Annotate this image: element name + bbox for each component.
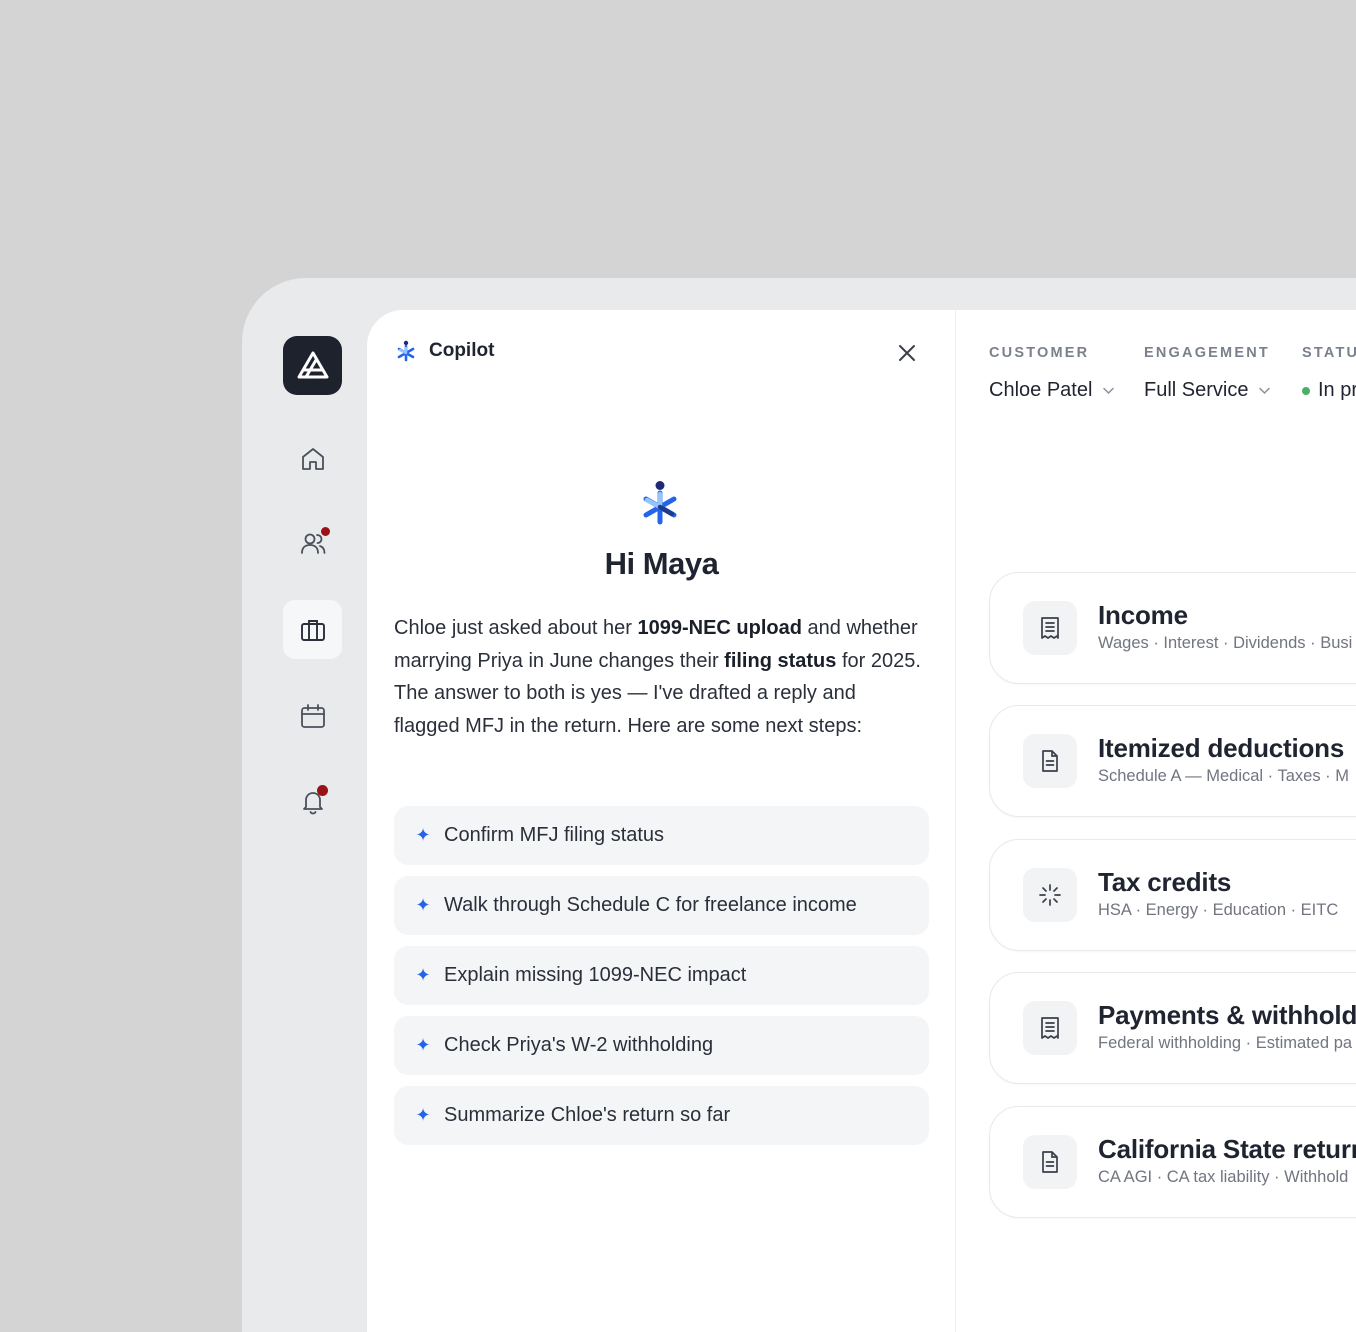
customer-select[interactable]: Chloe Patel [989,379,1115,402]
section-title: Income [1098,600,1188,630]
nav-calendar[interactable] [283,686,342,745]
suggestion-chip[interactable]: ✦ Confirm MFJ filing status [394,806,929,865]
section-title: Payments & withholdir [1098,1000,1356,1030]
status-dot-icon [1302,386,1310,395]
customer-label: CUSTOMER [989,345,1090,361]
home-icon [301,447,324,470]
section-subtitle: Schedule A — Medical · Taxes · M [1098,767,1349,785]
section-subtitle: Federal withholding · Estimated pa [1098,1034,1353,1052]
copilot-panel: Copilot Hi Maya Chloe just asked about h… [367,310,956,1332]
engagement-label: ENGAGEMENT [1144,345,1270,361]
calendar-icon [300,703,325,728]
suggestion-label: Walk through Schedule C for freelance in… [444,894,857,916]
status-label: STATU [1302,345,1356,361]
section-card-payments-withholding[interactable]: Payments & withholdir Federal withholdin… [989,972,1356,1084]
message-emphasis: filing status [724,649,837,672]
suggestion-chip[interactable]: ✦ Explain missing 1099-NEC impact [394,946,929,1005]
message-emphasis: 1099-NEC upload [637,617,802,639]
copilot-hero-icon [643,481,677,525]
sparkle-icon [1023,868,1077,922]
clients-badge [321,527,330,536]
section-card-itemized-deductions[interactable]: Itemized deductions Schedule A — Medical… [989,705,1356,817]
nav-notifications[interactable] [283,771,342,830]
section-card-california-state-return[interactable]: California State return CA AGI · CA tax … [989,1106,1356,1218]
suggestion-chip[interactable]: ✦ Summarize Chloe's return so far [394,1086,929,1145]
engagement-select[interactable]: Full Service [1144,379,1271,402]
sparkle-icon: ✦ [415,965,431,985]
document-icon [1023,1135,1077,1189]
copilot-title: Copilot [429,340,495,361]
section-card-tax-credits[interactable]: Tax credits HSA · Energy · Education · E… [989,839,1356,951]
logo-mark-icon [297,351,328,378]
suggestion-label: Confirm MFJ filing status [444,824,665,846]
section-card-income[interactable]: Income Wages · Interest · Dividends · Bu… [989,572,1356,684]
status-value: In pr [1318,379,1356,401]
briefcase-icon [300,619,325,641]
chevron-down-icon [1103,387,1115,395]
nav-returns[interactable] [283,600,342,659]
copilot-header: Copilot [395,340,494,362]
sparkle-icon: ✦ [415,895,431,915]
receipt-icon [1023,601,1077,655]
document-icon [1023,734,1077,788]
suggestion-label: Check Priya's W-2 withholding [444,1034,714,1056]
main-panel: Copilot Hi Maya Chloe just asked about h… [367,310,1356,1332]
sparkle-icon: ✦ [415,1105,431,1125]
return-overview: CUSTOMER Chloe Patel ENGAGEMENT Full Ser… [956,310,1356,1332]
section-title: California State return [1098,1134,1356,1164]
suggestion-chip[interactable]: ✦ Check Priya's W-2 withholding [394,1016,929,1075]
copilot-sparkle-icon [397,340,415,362]
customer-value: Chloe Patel [989,379,1093,401]
engagement-value: Full Service [1144,379,1249,401]
section-title: Itemized deductions [1098,733,1345,763]
sparkle-icon: ✦ [415,825,431,845]
section-subtitle: CA AGI · CA tax liability · Withhold [1098,1168,1349,1186]
brand-logo[interactable] [283,336,342,395]
notifications-badge [317,785,328,796]
app-frame: Copilot Hi Maya Chloe just asked about h… [242,278,1356,1332]
sparkle-icon: ✦ [415,1035,431,1055]
message-text: Chloe just asked about her [394,617,638,639]
copilot-message: Chloe just asked about her 1099-NEC uplo… [394,612,924,742]
suggestion-label: Summarize Chloe's return so far [444,1104,731,1126]
section-subtitle: Wages · Interest · Dividends · Busi [1098,634,1353,652]
section-subtitle: HSA · Energy · Education · EITC [1098,901,1339,919]
status-select[interactable]: In pr [1302,379,1356,402]
suggestion-label: Explain missing 1099-NEC impact [444,964,747,986]
nav-home[interactable] [283,429,342,488]
section-title: Tax credits [1098,867,1232,897]
receipt-icon [1023,1001,1077,1055]
close-icon[interactable] [895,341,919,365]
chevron-down-icon [1259,387,1271,395]
greeting: Hi Maya [604,546,719,581]
nav-clients[interactable] [283,513,342,572]
suggestion-chip[interactable]: ✦ Walk through Schedule C for freelance … [394,876,929,935]
